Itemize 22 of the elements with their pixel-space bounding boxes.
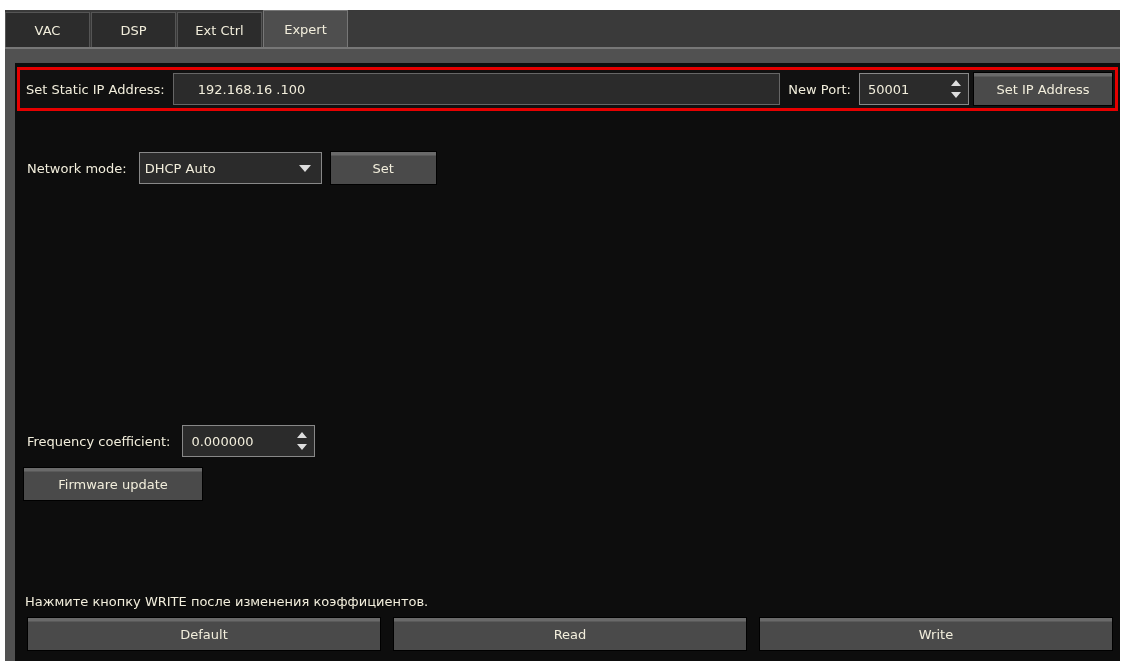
tab[interactable]: VAC — [5, 12, 90, 47]
field-label: Set Static IP Address: — [25, 81, 166, 97]
spin-arrows-icon[interactable] — [296, 430, 309, 452]
field-label: Network mode: — [26, 160, 128, 176]
action-button[interactable]: Default — [27, 617, 381, 651]
set-ip-button[interactable]: Set IP Address — [973, 72, 1113, 106]
port-spinbox[interactable]: 50001 — [859, 73, 969, 105]
action-button[interactable]: Read — [393, 617, 747, 651]
firmware-update-button[interactable]: Firmware update — [23, 467, 203, 501]
ip-address-field[interactable]: 192.168.16 .100 — [172, 73, 781, 105]
tab[interactable]: Expert — [263, 10, 348, 47]
frequency-spinbox[interactable]: 0.000000 — [182, 425, 316, 457]
action-button[interactable]: Write — [759, 617, 1113, 651]
instruction-text: Нажмите кнопку WRITE после изменения коэффициентов. — [24, 594, 430, 609]
caret-icon — [298, 164, 311, 172]
network-mode-dropdown[interactable]: DHCP Auto — [138, 152, 322, 184]
tab[interactable]: DSP — [91, 12, 176, 47]
set-button[interactable]: Set — [329, 151, 437, 185]
spin-arrows-icon[interactable] — [950, 78, 962, 100]
field-label: New Port: — [787, 81, 852, 97]
tab[interactable]: Ext Ctrl — [177, 12, 262, 47]
field-label: Frequency coefficient: — [26, 433, 172, 449]
